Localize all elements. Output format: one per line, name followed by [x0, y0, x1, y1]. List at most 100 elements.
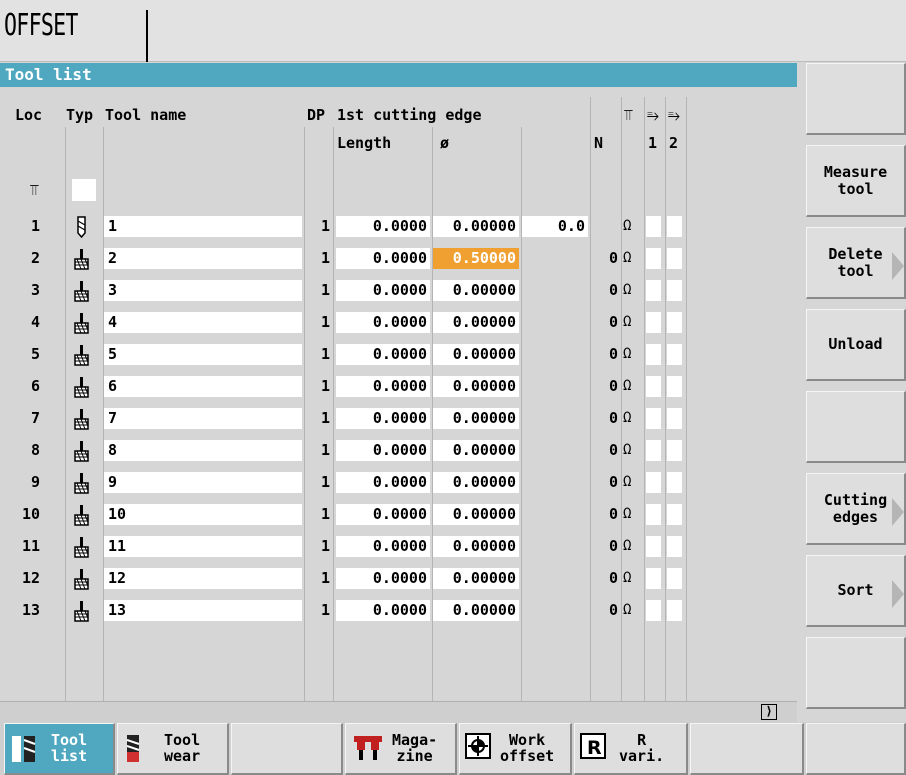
tool-name-field[interactable]: 10 — [104, 504, 302, 525]
length-field[interactable]: 0.0000 — [336, 280, 430, 301]
diameter-field[interactable]: 0.00000 — [433, 568, 519, 589]
sub2-checkbox[interactable] — [667, 280, 682, 301]
table-row[interactable]: 9 9 1 0.0000 0.00000 0 Ω — [0, 470, 797, 494]
sub1-checkbox[interactable] — [646, 248, 661, 269]
table-row[interactable]: 4 4 1 0.0000 0.00000 0 Ω — [0, 310, 797, 334]
length-field[interactable]: 0.0000 — [336, 504, 430, 525]
sub1-checkbox[interactable] — [646, 376, 661, 397]
sub2-checkbox[interactable] — [667, 440, 682, 461]
table-row[interactable]: 8 8 1 0.0000 0.00000 0 Ω — [0, 438, 797, 462]
tool-name-field[interactable]: 6 — [104, 376, 302, 397]
softkey-r8-button[interactable] — [806, 637, 906, 709]
table-row[interactable]: 2 2 1 0.0000 0.50000 0 Ω — [0, 246, 797, 270]
tool-name-field[interactable]: 1 — [104, 216, 302, 237]
sub2-checkbox[interactable] — [667, 600, 682, 621]
table-row[interactable]: 1 1 1 0.0000 0.00000 0.0 Ω — [0, 214, 797, 239]
softkey-tool-list-button[interactable]: Tool list — [4, 723, 115, 775]
length-field[interactable]: 0.0000 — [336, 600, 430, 621]
length-field[interactable]: 0.0000 — [336, 408, 430, 429]
softkey-sort-button[interactable]: Sort — [806, 555, 906, 627]
softkey-r5-button[interactable] — [806, 391, 906, 463]
table-row[interactable]: 12 12 1 0.0000 0.00000 0 Ω — [0, 566, 797, 590]
softkey-unload-button[interactable]: Unload — [806, 309, 906, 381]
sub1-checkbox[interactable] — [646, 472, 661, 493]
diameter-field[interactable]: 0.00000 — [433, 504, 519, 525]
tool-name-field[interactable]: 5 — [104, 344, 302, 365]
sub2-checkbox[interactable] — [667, 312, 682, 333]
mill-icon[interactable] — [72, 472, 102, 494]
softkey-r1-button[interactable] — [806, 63, 906, 135]
diameter-field[interactable]: 0.00000 — [433, 216, 519, 237]
type-filter-box[interactable] — [72, 179, 96, 201]
softkey-work-offset-button[interactable]: Work offset — [459, 723, 572, 775]
diameter-field[interactable]: 0.00000 — [433, 344, 519, 365]
diameter-field[interactable]: 0.00000 — [433, 312, 519, 333]
tool-name-field[interactable]: 11 — [104, 536, 302, 557]
tool-name-field[interactable]: 12 — [104, 568, 302, 589]
softkey-magazine-button[interactable]: Maga- zine — [345, 723, 457, 775]
sub1-checkbox[interactable] — [646, 312, 661, 333]
sub1-checkbox[interactable] — [646, 344, 661, 365]
scroll-right-icon[interactable]: ⟩ — [761, 704, 777, 720]
sub1-checkbox[interactable] — [646, 216, 661, 237]
softkey-r-variables-button[interactable]: R R vari. — [574, 723, 688, 775]
mill-icon[interactable] — [72, 536, 102, 558]
length-field[interactable]: 0.0000 — [336, 312, 430, 333]
sub1-checkbox[interactable] — [646, 568, 661, 589]
mill-icon[interactable] — [72, 280, 102, 302]
mill-icon[interactable] — [72, 504, 102, 526]
sub2-checkbox[interactable] — [667, 376, 682, 397]
length-field[interactable]: 0.0000 — [336, 344, 430, 365]
diameter-field[interactable]: 0.00000 — [433, 536, 519, 557]
mill-icon[interactable] — [72, 248, 102, 270]
diameter-field[interactable]: 0.00000 — [433, 600, 519, 621]
sub1-checkbox[interactable] — [646, 536, 661, 557]
tool-name-field[interactable]: 8 — [104, 440, 302, 461]
horizontal-scrollbar[interactable]: ⟩ — [0, 701, 797, 722]
sub1-checkbox[interactable] — [646, 504, 661, 525]
mill-icon[interactable] — [72, 568, 102, 590]
tool-name-field[interactable]: 13 — [104, 600, 302, 621]
softkey-delete-tool-button[interactable]: Delete tool — [806, 227, 906, 299]
diameter-field[interactable]: 0.00000 — [433, 376, 519, 397]
extra-field[interactable]: 0.0 — [522, 216, 588, 237]
sub1-checkbox[interactable] — [646, 280, 661, 301]
sub2-checkbox[interactable] — [667, 536, 682, 557]
diameter-field[interactable]: 0.00000 — [433, 408, 519, 429]
sub2-checkbox[interactable] — [667, 344, 682, 365]
drill-icon[interactable] — [72, 216, 102, 239]
tool-name-field[interactable]: 2 — [104, 248, 302, 269]
diameter-field[interactable]: 0.00000 — [433, 472, 519, 493]
sub1-checkbox[interactable] — [646, 408, 661, 429]
sub2-checkbox[interactable] — [667, 472, 682, 493]
mill-icon[interactable] — [72, 344, 102, 366]
table-row[interactable]: 7 7 1 0.0000 0.00000 0 Ω — [0, 406, 797, 430]
tool-name-field[interactable]: 9 — [104, 472, 302, 493]
tool-name-field[interactable]: 7 — [104, 408, 302, 429]
table-row[interactable]: 10 10 1 0.0000 0.00000 0 Ω — [0, 502, 797, 526]
mill-icon[interactable] — [72, 408, 102, 430]
length-field[interactable]: 0.0000 — [336, 440, 430, 461]
length-field[interactable]: 0.0000 — [336, 376, 430, 397]
diameter-field[interactable]: 0.00000 — [433, 280, 519, 301]
table-row[interactable]: 3 3 1 0.0000 0.00000 0 Ω — [0, 278, 797, 302]
length-field[interactable]: 0.0000 — [336, 248, 430, 269]
mill-icon[interactable] — [72, 440, 102, 462]
mill-icon[interactable] — [72, 600, 102, 622]
sub2-checkbox[interactable] — [667, 504, 682, 525]
softkey-h3-button[interactable] — [231, 723, 343, 775]
mill-icon[interactable] — [72, 312, 102, 334]
diameter-field[interactable]: 0.50000 — [433, 248, 519, 269]
mill-icon[interactable] — [72, 376, 102, 398]
softkey-measure-tool-button[interactable]: Measure tool — [806, 145, 906, 217]
diameter-field[interactable]: 0.00000 — [433, 440, 519, 461]
sub2-checkbox[interactable] — [667, 408, 682, 429]
tool-name-field[interactable]: 3 — [104, 280, 302, 301]
length-field[interactable]: 0.0000 — [336, 536, 430, 557]
softkey-tool-wear-button[interactable]: Tool wear — [117, 723, 229, 775]
length-field[interactable]: 0.0000 — [336, 216, 430, 237]
softkey-cutting-edges-button[interactable]: Cutting edges — [806, 473, 906, 545]
table-row[interactable]: 5 5 1 0.0000 0.00000 0 Ω — [0, 342, 797, 366]
sub1-checkbox[interactable] — [646, 440, 661, 461]
length-field[interactable]: 0.0000 — [336, 568, 430, 589]
